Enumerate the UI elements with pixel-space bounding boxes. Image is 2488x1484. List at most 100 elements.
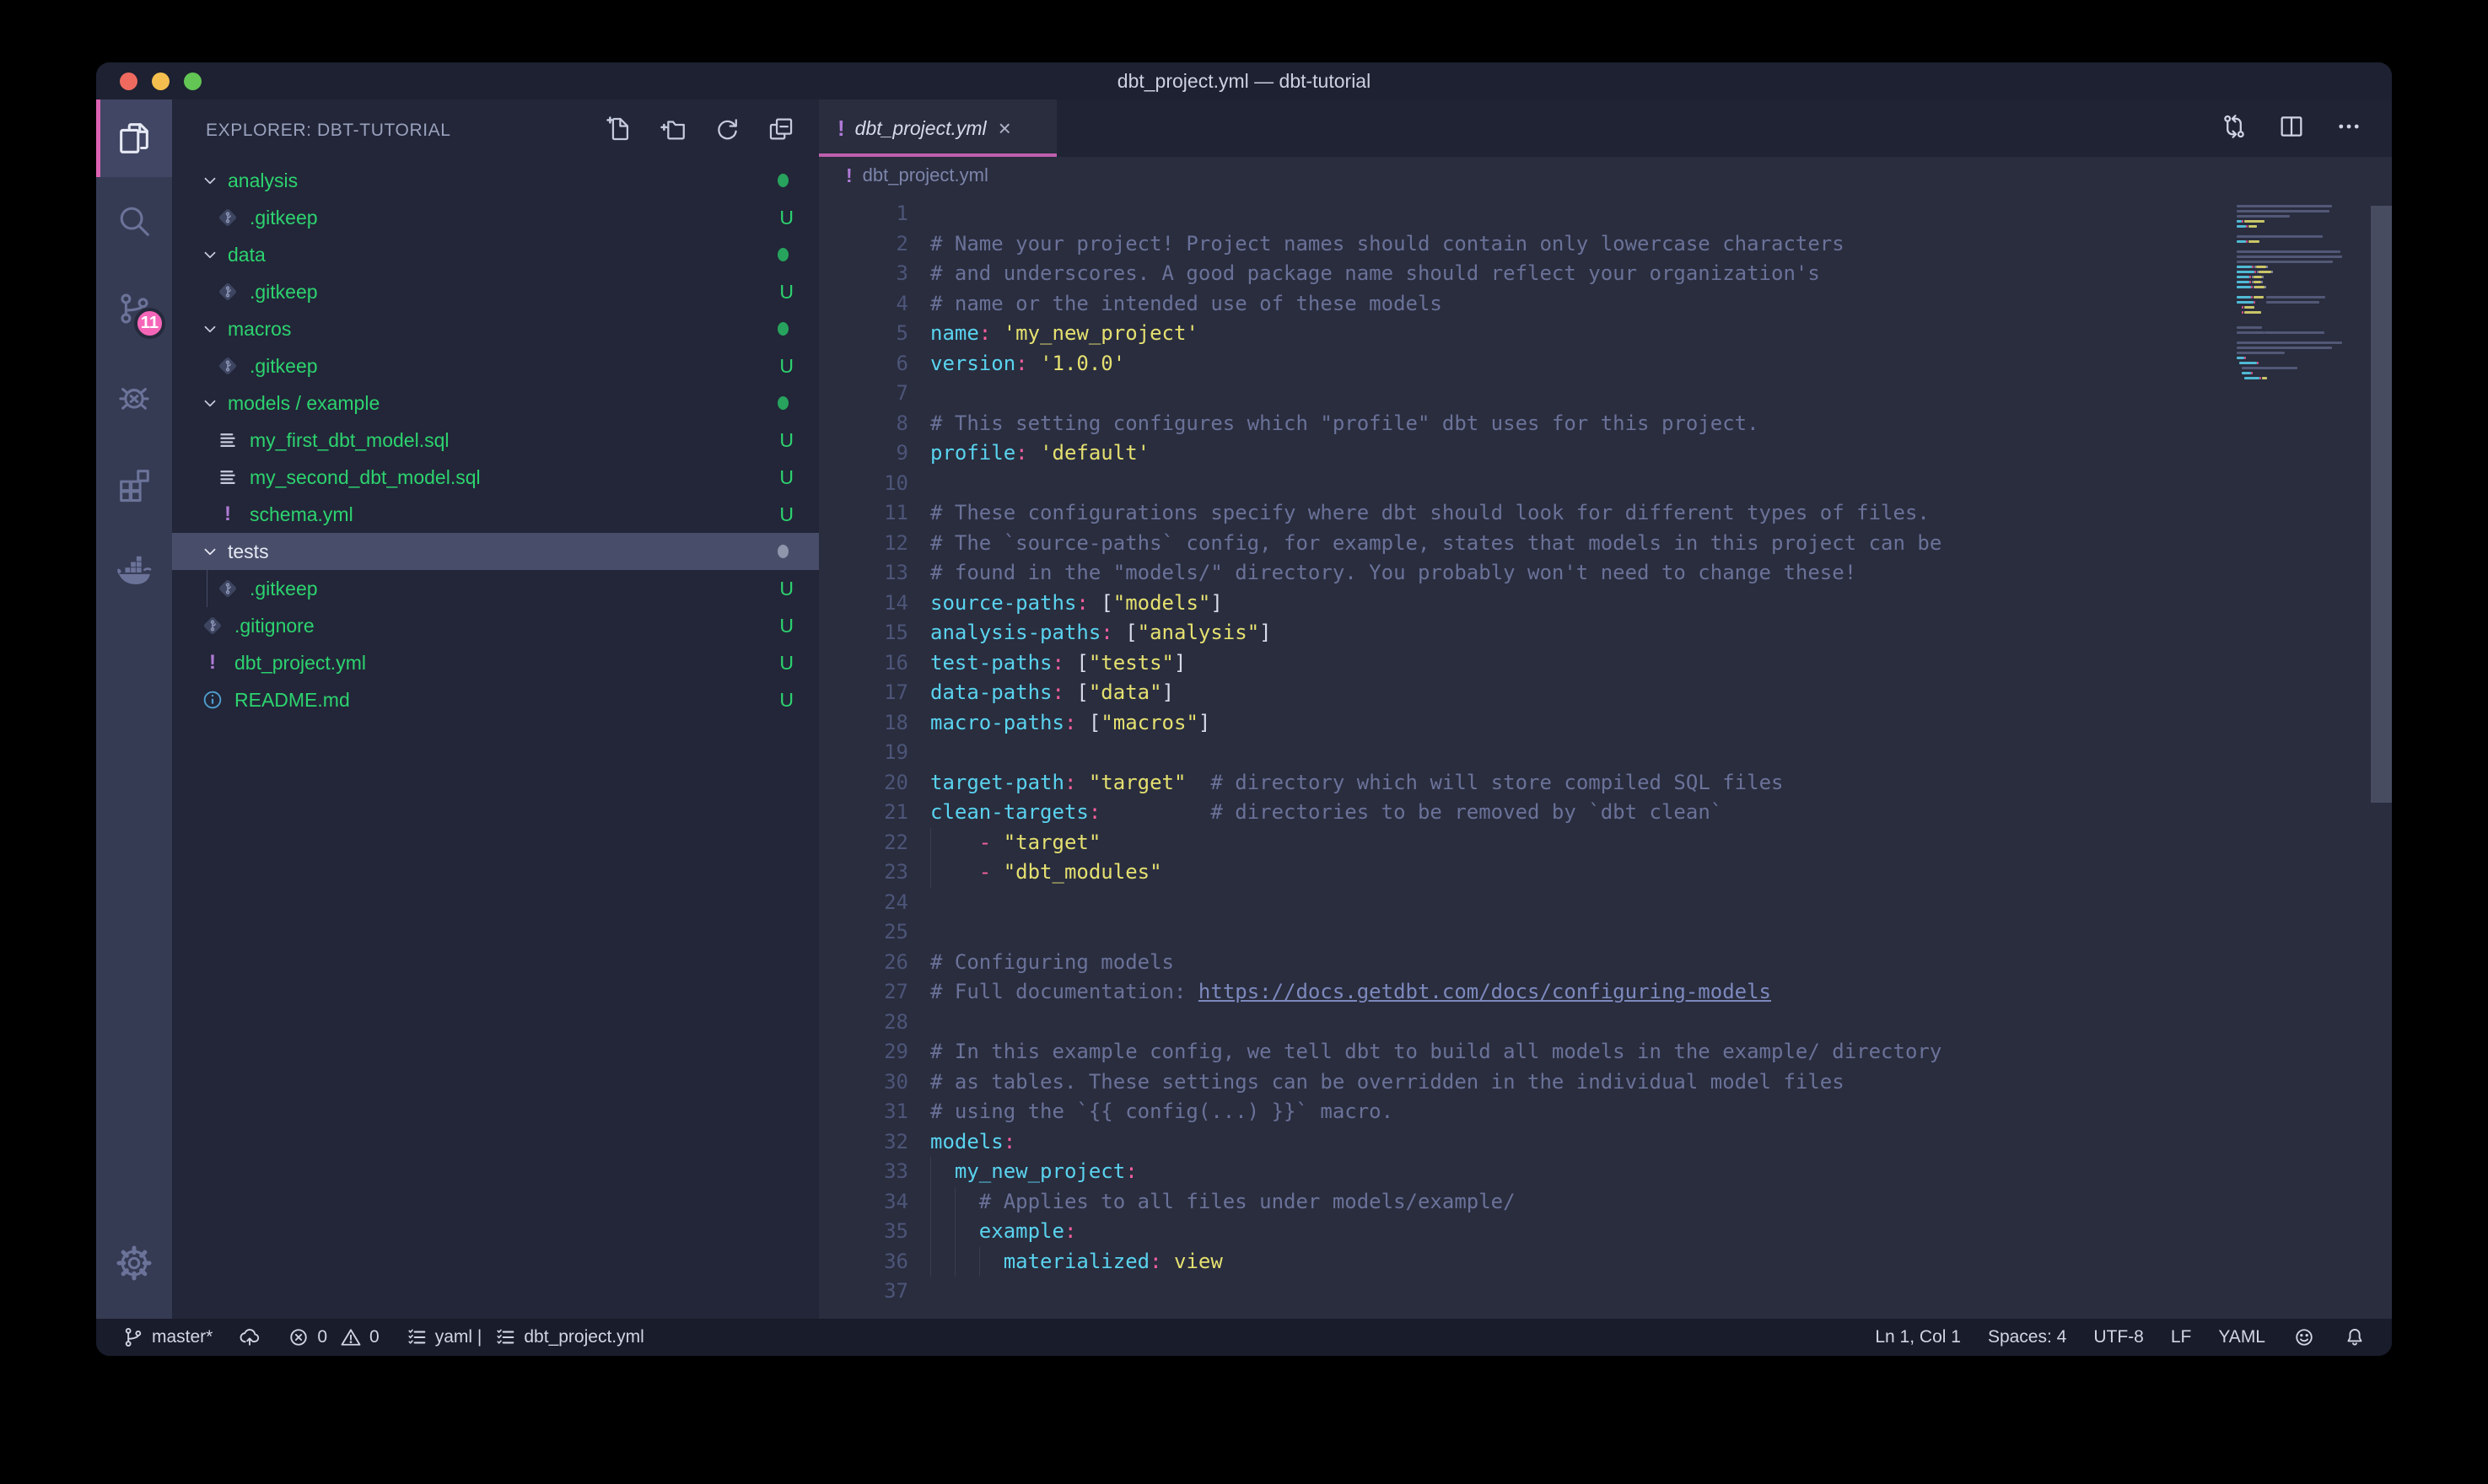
collapse-all-icon[interactable] xyxy=(767,115,795,148)
code-line-25[interactable]: 25 xyxy=(819,917,2392,948)
git-untracked-badge: U xyxy=(779,615,794,637)
status-sync-icon[interactable] xyxy=(238,1325,261,1349)
code-line-29[interactable]: 29# In this example config, we tell dbt … xyxy=(819,1037,2392,1067)
tree-folder-models-example[interactable]: models / example xyxy=(172,384,819,422)
editor-scrollbar[interactable] xyxy=(2371,206,2392,803)
code-line-28[interactable]: 28 xyxy=(819,1008,2392,1038)
status-spaces-4[interactable]: Spaces: 4 xyxy=(1988,1327,2066,1347)
code-line-23[interactable]: 23 - "dbt_modules" xyxy=(819,858,2392,888)
activity-settings-gear-icon[interactable] xyxy=(96,1219,172,1307)
tree-file-dbt-project-yml[interactable]: !dbt_project.ymlU xyxy=(172,644,819,681)
status-utf-8[interactable]: UTF-8 xyxy=(2093,1327,2144,1347)
code-line-5[interactable]: 5name: 'my_new_project' xyxy=(819,319,2392,349)
code-line-8[interactable]: 8# This setting configures which "profil… xyxy=(819,409,2392,439)
code-line-4[interactable]: 4# name or the intended use of these mod… xyxy=(819,289,2392,320)
new-folder-icon[interactable] xyxy=(659,115,687,148)
activity-files-icon[interactable] xyxy=(96,99,172,177)
refresh-icon[interactable] xyxy=(713,115,741,148)
code-line-11[interactable]: 11# These configurations specify where d… xyxy=(819,498,2392,529)
open-changes-icon[interactable] xyxy=(2220,112,2248,145)
activity-search-icon[interactable] xyxy=(96,177,172,265)
tree-folder-tests[interactable]: tests xyxy=(172,533,819,570)
code-line-3[interactable]: 3# and underscores. A good package name … xyxy=(819,259,2392,289)
status-bell-icon[interactable] xyxy=(2343,1325,2367,1349)
new-file-icon[interactable] xyxy=(605,115,633,148)
more-actions-icon[interactable] xyxy=(2335,112,2363,145)
activity-docker-icon[interactable] xyxy=(96,528,172,616)
documentation-link[interactable]: https://docs.getdbt.com/docs/configuring… xyxy=(1198,980,1771,1003)
status-lf[interactable]: LF xyxy=(2171,1327,2192,1347)
status-feedback-smiley-icon[interactable] xyxy=(2292,1325,2316,1349)
zoom-window-button[interactable] xyxy=(184,73,202,90)
title-bar[interactable]: dbt_project.yml — dbt-tutorial xyxy=(96,62,2392,99)
status-0[interactable]: 0 xyxy=(339,1325,380,1349)
code-line-32[interactable]: 32models: xyxy=(819,1127,2392,1158)
close-tab-icon[interactable]: × xyxy=(999,116,1011,142)
code-line-27[interactable]: 27# Full documentation: https://docs.get… xyxy=(819,977,2392,1008)
tree-folder-data[interactable]: data xyxy=(172,236,819,273)
code-line-31[interactable]: 31# using the `{{ config(...) }}` macro. xyxy=(819,1097,2392,1127)
code-line-22[interactable]: 22 - "target" xyxy=(819,828,2392,858)
split-editor-icon[interactable] xyxy=(2277,112,2306,145)
code-line-13[interactable]: 13# found in the "models/" directory. Yo… xyxy=(819,558,2392,589)
tree-file-my-second-dbt-model-sql[interactable]: my_second_dbt_model.sqlU xyxy=(172,459,819,496)
breadcrumb-item[interactable]: dbt_project.yml xyxy=(863,164,988,186)
status-0[interactable]: 0 xyxy=(287,1325,327,1349)
line-number: 9 xyxy=(819,438,908,469)
code-editor[interactable]: 12# Name your project! Project names sho… xyxy=(819,194,2392,1319)
code-line-35[interactable]: 35 example: xyxy=(819,1217,2392,1247)
line-content: - "dbt_modules" xyxy=(930,858,1162,888)
code-line-10[interactable]: 10 xyxy=(819,469,2392,499)
tab-dbt-project-yml[interactable]: ! dbt_project.yml × xyxy=(819,99,1057,157)
tree-file--gitkeep[interactable]: .gitkeepU xyxy=(172,570,819,607)
code-line-36[interactable]: 36 materialized: view xyxy=(819,1247,2392,1277)
line-number: 33 xyxy=(819,1157,908,1187)
tree-file--gitignore[interactable]: .gitignoreU xyxy=(172,607,819,644)
code-line-18[interactable]: 18macro-paths: ["macros"] xyxy=(819,708,2392,739)
activity-debug-icon[interactable] xyxy=(96,352,172,440)
code-line-20[interactable]: 20target-path: "target" # directory whic… xyxy=(819,768,2392,798)
code-token xyxy=(1076,771,1088,794)
status-master-[interactable]: master* xyxy=(121,1325,213,1349)
tree-folder-analysis[interactable]: analysis xyxy=(172,162,819,199)
code-line-30[interactable]: 30# as tables. These settings can be ove… xyxy=(819,1067,2392,1098)
status-yaml[interactable]: YAML xyxy=(2218,1327,2265,1347)
code-line-9[interactable]: 9profile: 'default' xyxy=(819,438,2392,469)
code-line-21[interactable]: 21clean-targets: # directories to be rem… xyxy=(819,798,2392,828)
tree-file--gitkeep[interactable]: .gitkeepU xyxy=(172,273,819,310)
code-line-1[interactable]: 1 xyxy=(819,199,2392,229)
code-line-33[interactable]: 33 my_new_project: xyxy=(819,1157,2392,1187)
tree-file-schema-yml[interactable]: !schema.ymlU xyxy=(172,496,819,533)
tree-file--gitkeep[interactable]: .gitkeepU xyxy=(172,347,819,384)
tree-file--gitkeep[interactable]: .gitkeepU xyxy=(172,199,819,236)
code-line-15[interactable]: 15analysis-paths: ["analysis"] xyxy=(819,618,2392,648)
status-dbt-project-yml[interactable]: dbt_project.yml xyxy=(493,1325,644,1349)
code-line-34[interactable]: 34 # Applies to all files under models/e… xyxy=(819,1187,2392,1218)
minimize-window-button[interactable] xyxy=(152,73,170,90)
tree-folder-macros[interactable]: macros xyxy=(172,310,819,347)
git-branch-icon xyxy=(121,1325,145,1349)
status-yaml-[interactable]: yaml | xyxy=(405,1325,482,1349)
close-window-button[interactable] xyxy=(120,73,137,90)
breadcrumb[interactable]: ! dbt_project.yml xyxy=(819,157,2392,194)
tree-file-my-first-dbt-model-sql[interactable]: my_first_dbt_model.sqlU xyxy=(172,422,819,459)
status-ln-1-col-1[interactable]: Ln 1, Col 1 xyxy=(1875,1327,1961,1347)
code-line-19[interactable]: 19 xyxy=(819,738,2392,768)
code-line-7[interactable]: 7 xyxy=(819,379,2392,409)
code-line-12[interactable]: 12# The `source-paths` config, for examp… xyxy=(819,529,2392,559)
activity-extensions-icon[interactable] xyxy=(96,440,172,528)
code-line-14[interactable]: 14source-paths: ["models"] xyxy=(819,589,2392,619)
line-number: 11 xyxy=(819,498,908,529)
line-number: 6 xyxy=(819,349,908,379)
tree-file-readme-md[interactable]: README.mdU xyxy=(172,681,819,718)
minimap-line xyxy=(2237,235,2323,238)
git-untracked-badge: U xyxy=(779,429,794,452)
code-line-16[interactable]: 16test-paths: ["tests"] xyxy=(819,648,2392,679)
code-line-17[interactable]: 17data-paths: ["data"] xyxy=(819,678,2392,708)
code-line-2[interactable]: 2# Name your project! Project names shou… xyxy=(819,229,2392,260)
activity-source-control-icon[interactable]: 11 xyxy=(96,265,172,352)
code-line-26[interactable]: 26# Configuring models xyxy=(819,948,2392,978)
code-line-24[interactable]: 24 xyxy=(819,888,2392,918)
code-line-37[interactable]: 37 xyxy=(819,1277,2392,1307)
code-line-6[interactable]: 6version: '1.0.0' xyxy=(819,349,2392,379)
